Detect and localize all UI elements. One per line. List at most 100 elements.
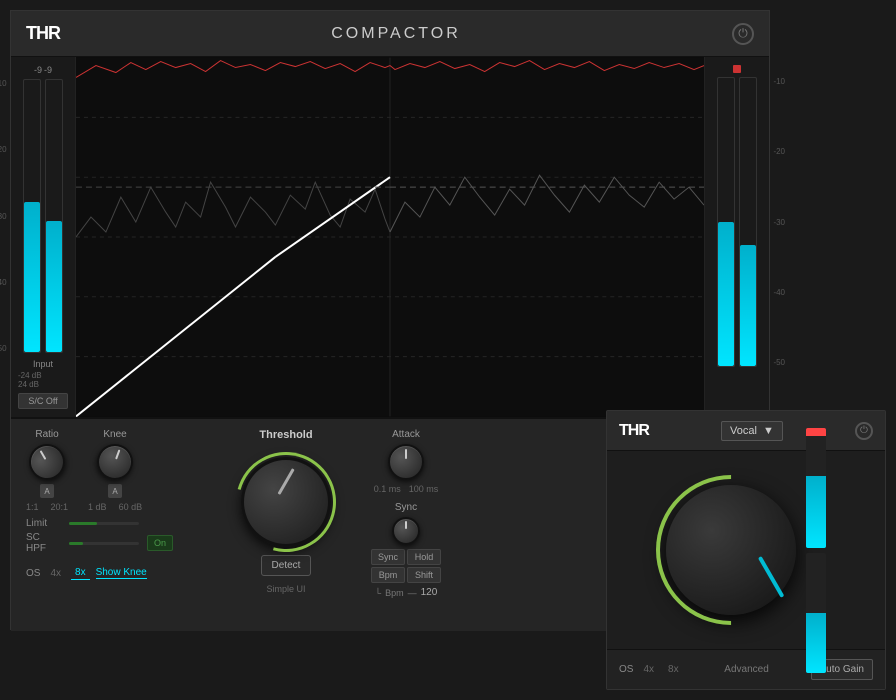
- main-display: [76, 57, 704, 417]
- detect-button[interactable]: Detect: [261, 555, 312, 576]
- attack-group: Attack 0.1 ms 100 ms: [346, 429, 466, 494]
- knee-range: 1 dB 60 dB: [88, 502, 142, 512]
- input-level-left: -9: [34, 65, 42, 75]
- main-gain-knob[interactable]: [666, 485, 796, 615]
- ratio-knob[interactable]: [22, 437, 71, 486]
- sc-off-button[interactable]: S/C Off: [18, 393, 68, 409]
- input-meter-bar-left: [23, 79, 41, 353]
- right-controls: Attack 0.1 ms 100 ms Sync Sync Hold Bpm: [346, 429, 466, 621]
- output-meter-bar-left: [717, 77, 735, 367]
- out-label-30: -30: [773, 218, 785, 227]
- knee-min: 1 dB: [88, 502, 107, 512]
- small-plugin-bottom: OS 4x 8x Advanced Auto Gain: [607, 649, 885, 689]
- meter-label-40: -40: [0, 278, 7, 287]
- left-controls: Ratio A 1:1 20:1 Knee A 1 dB: [26, 429, 226, 621]
- ratio-min: 1:1: [26, 502, 39, 512]
- limit-section: Limit SC HPF On: [26, 518, 226, 554]
- threshold-knob[interactable]: [241, 457, 331, 547]
- small-output-meter-left: [806, 428, 826, 548]
- sync-knob[interactable]: [392, 517, 420, 545]
- small-plugin: THR Vocal ▼ ⏻ OS 4x 8x Advanced Auto: [606, 410, 886, 690]
- sync-buttons: Sync Hold Bpm Shift: [371, 549, 441, 583]
- small-power-button[interactable]: ⏻: [855, 422, 873, 440]
- ratio-label: Ratio: [35, 429, 58, 440]
- output-fill-right: [740, 245, 756, 366]
- small-os-label: OS: [619, 664, 633, 675]
- knee-group: Knee A 1 dB 60 dB: [88, 429, 142, 512]
- knee-label: Knee: [103, 429, 126, 440]
- os-4x-button[interactable]: 4x: [46, 567, 65, 580]
- attack-max: 100 ms: [409, 484, 439, 494]
- input-level-right: -9: [44, 65, 52, 75]
- input-meter-bar-right: [45, 79, 63, 353]
- small-output-meter-right: [806, 553, 826, 673]
- thr-logo: THR: [26, 23, 60, 44]
- ratio-group: Ratio A 1:1 20:1: [26, 429, 68, 512]
- output-meter: -10 -20 -30 -40 -50: [704, 57, 769, 417]
- bpm-row: └ Bpm — 120: [375, 587, 438, 598]
- out-label-10: -10: [773, 77, 785, 86]
- waveform-display: [76, 57, 704, 417]
- center-controls: Threshold Detect Simple UI: [241, 429, 331, 621]
- knee-max: 60 dB: [119, 502, 143, 512]
- simple-ui-label: Simple UI: [266, 584, 305, 594]
- out-label-50: -50: [773, 358, 785, 367]
- hpf-fill: [69, 542, 83, 545]
- small-meter-fill-right: [806, 613, 826, 673]
- small-plugin-content: [607, 451, 885, 649]
- attack-knob[interactable]: [388, 444, 424, 480]
- input-label: Input: [33, 359, 53, 369]
- ratio-knee-row: Ratio A 1:1 20:1 Knee A 1 dB: [26, 429, 226, 512]
- preset-dropdown[interactable]: Vocal ▼: [721, 421, 783, 441]
- os-controls: OS 4x 8x Show Knee: [26, 566, 226, 580]
- ratio-range: 1:1 20:1: [26, 502, 68, 512]
- hold-button[interactable]: Hold: [407, 549, 441, 565]
- shift-button[interactable]: Shift: [407, 567, 441, 583]
- knee-knob[interactable]: [92, 439, 138, 485]
- small-meter-section: [806, 428, 826, 673]
- power-button[interactable]: ⏻: [732, 23, 754, 45]
- db-max-label: 24 dB: [18, 380, 39, 389]
- bpm-dash2: —: [408, 588, 417, 598]
- limit-row: Limit: [26, 518, 226, 529]
- sync-button[interactable]: Sync: [371, 549, 405, 565]
- output-meter-bar-right: [739, 77, 757, 367]
- small-clip-indicator: [806, 428, 826, 436]
- plugin-title: COMPACTOR: [331, 25, 461, 43]
- output-fill-left: [718, 222, 734, 366]
- show-knee-button[interactable]: Show Knee: [96, 567, 147, 579]
- input-meter: -9 -9 -10 -20 -30 -40 -50 Input: [11, 57, 76, 417]
- sc-hpf-row: SC HPF On: [26, 532, 226, 554]
- small-os-4x-button[interactable]: 4x: [639, 663, 658, 676]
- ratio-max: 20:1: [51, 502, 69, 512]
- meter-label-50: -50: [0, 344, 7, 353]
- os-label: OS: [26, 568, 40, 579]
- small-os-controls: OS 4x 8x: [619, 663, 683, 676]
- os-8x-button[interactable]: 8x: [71, 566, 90, 580]
- on-button[interactable]: On: [147, 535, 173, 551]
- chevron-down-icon: ▼: [763, 425, 774, 437]
- knee-a-indicator[interactable]: A: [108, 484, 122, 498]
- small-os-8x-button[interactable]: 8x: [664, 663, 683, 676]
- limit-slider[interactable]: [69, 522, 139, 525]
- sync-section: Sync Sync Hold Bpm Shift └ Bpm — 120: [346, 502, 466, 598]
- bpm-value: 120: [421, 587, 438, 598]
- bpm-button[interactable]: Bpm: [371, 567, 405, 583]
- meter-fill-left: [24, 202, 40, 352]
- limit-fill: [69, 522, 97, 525]
- attack-label: Attack: [392, 429, 420, 440]
- sc-hpf-label: SC HPF: [26, 532, 61, 554]
- bpm-label-text: Bpm: [385, 588, 404, 598]
- advanced-label: Advanced: [724, 664, 768, 675]
- sync-label: Sync: [395, 502, 417, 513]
- small-thr-logo: THR: [619, 422, 649, 440]
- ratio-a-indicator[interactable]: A: [40, 484, 54, 498]
- threshold-label: Threshold: [259, 429, 312, 441]
- sc-hpf-slider[interactable]: [69, 542, 139, 545]
- meter-label-30: -30: [0, 212, 7, 221]
- small-meter-fill-left: [806, 476, 826, 548]
- meter-fill-right: [46, 221, 62, 352]
- attack-min: 0.1 ms: [374, 484, 401, 494]
- db-min-label: -24 dB: [18, 371, 42, 380]
- clip-indicator: [733, 65, 741, 73]
